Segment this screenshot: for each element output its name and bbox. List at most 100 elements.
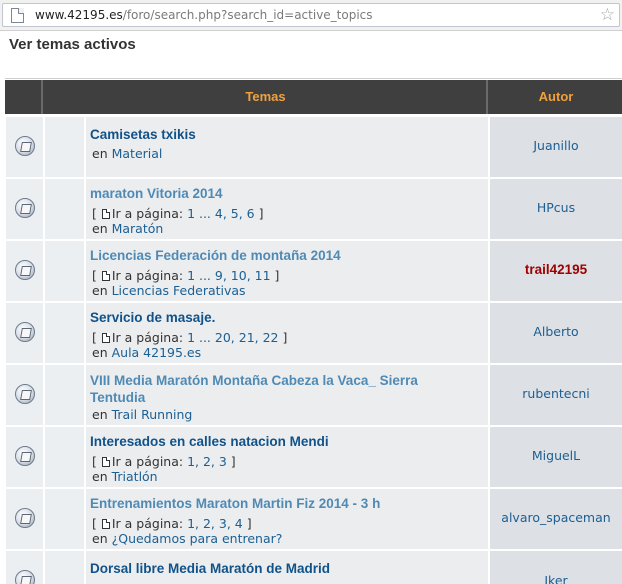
forum-prefix: en: [92, 407, 112, 422]
bookmark-star-icon[interactable]: ☆: [600, 5, 615, 25]
topic-status-icon: [15, 260, 35, 280]
pages-icon: [101, 519, 110, 529]
topic-cell: Interesados en calles natacion Mendi [ Ir…: [86, 427, 488, 487]
topic-status-icon: [15, 136, 35, 156]
topic-status-icon: [15, 508, 35, 528]
forum-link[interactable]: Triatlón: [112, 469, 158, 484]
pagination-links[interactable]: 1, 2, 3: [187, 454, 231, 469]
topic-forum: en Trail Running: [92, 407, 192, 422]
topic-cell: maraton Vitoria 2014 [ Ir a página: 1 ...…: [86, 179, 488, 239]
topic-icon-cell: [6, 117, 43, 177]
topic-icon-cell: [6, 489, 43, 549]
author-link[interactable]: rubentecni: [490, 386, 622, 401]
topic-forum: en Maratón: [92, 221, 163, 236]
topic-gap-cell: [45, 427, 84, 487]
pagination-open-bracket: [: [92, 330, 101, 345]
topic-title-link[interactable]: Interesados en calles natacion Mendi: [90, 434, 329, 449]
topic-forum: en Aula 42195.es: [92, 345, 201, 360]
topic-icon-cell: [6, 303, 43, 363]
forum-link[interactable]: Material: [112, 146, 163, 161]
topic-cell: Servicio de masaje. [ Ir a página: 1 ... …: [86, 303, 488, 363]
topic-gap-cell: [45, 241, 84, 301]
pagination: [ Ir a página: 1 ... 20, 21, 22 ]: [92, 330, 287, 345]
active-topics-table: Temas Autor Camisetas txikis en Material J…: [5, 78, 622, 584]
pagination-links[interactable]: 1 ... 9, 10, 11: [187, 268, 274, 283]
topic-forum: en Licencias Federativas: [92, 283, 246, 298]
table-row: Dorsal libre Media Maratón de Madrid Iker: [5, 549, 622, 584]
author-link[interactable]: trail42195: [490, 262, 622, 277]
author-cell: alvaro_spaceman: [490, 489, 622, 549]
forum-prefix: en: [92, 221, 112, 236]
pagination-close-bracket: ]: [230, 454, 236, 469]
topic-cell: Entrenamientos Maraton Martin Fiz 2014 -…: [86, 489, 488, 549]
table-row: Entrenamientos Maraton Martin Fiz 2014 -…: [5, 487, 622, 549]
pagination-close-bracket: ]: [274, 268, 280, 283]
table-row: Interesados en calles natacion Mendi [ Ir…: [5, 425, 622, 487]
author-cell: MiguelL: [490, 427, 622, 487]
table-row: Servicio de masaje. [ Ir a página: 1 ... …: [5, 301, 622, 363]
topic-title-link[interactable]: Camisetas txikis: [90, 127, 196, 142]
pagination-links[interactable]: 1, 2, 3, 4: [187, 516, 247, 531]
pagination: [ Ir a página: 1, 2, 3, 4 ]: [92, 516, 252, 531]
topic-forum: en Triatlón: [92, 469, 158, 484]
pages-icon: [101, 209, 110, 219]
pagination-open-bracket: [: [92, 516, 101, 531]
forum-prefix: en: [92, 283, 112, 298]
pagination-label: Ir a página:: [111, 268, 188, 283]
browser-address-bar: www.42195.es/foro/search.php?search_id=a…: [0, 0, 622, 31]
pagination-close-bracket: ]: [282, 330, 288, 345]
topic-icon-cell: [6, 427, 43, 487]
pagination-label: Ir a página:: [111, 454, 188, 469]
author-link[interactable]: Alberto: [490, 324, 622, 339]
topic-title-link[interactable]: Servicio de masaje.: [90, 310, 215, 325]
pagination-open-bracket: [: [92, 206, 101, 221]
url-text[interactable]: www.42195.es/foro/search.php?search_id=a…: [35, 8, 373, 23]
table-row: VIII Media Maratón Montaña Cabeza la Vac…: [5, 363, 622, 425]
topic-icon-cell: [6, 179, 43, 239]
author-link[interactable]: Juanillo: [490, 138, 622, 153]
forum-prefix: en: [92, 146, 112, 161]
author-link[interactable]: MiguelL: [490, 448, 622, 463]
topic-title-link[interactable]: maraton Vitoria 2014: [90, 186, 223, 201]
pagination-close-bracket: ]: [246, 516, 252, 531]
topic-cell: VIII Media Maratón Montaña Cabeza la Vac…: [86, 365, 488, 425]
author-link[interactable]: alvaro_spaceman: [490, 510, 622, 525]
pages-icon: [101, 271, 110, 281]
url-field[interactable]: www.42195.es/foro/search.php?search_id=a…: [2, 3, 620, 27]
topic-gap-cell: [45, 303, 84, 363]
topic-gap-cell: [45, 489, 84, 549]
topic-gap-cell: [45, 551, 84, 584]
header-autor: Autor: [538, 89, 574, 104]
forum-link[interactable]: Aula 42195.es: [112, 345, 202, 360]
forum-prefix: en: [92, 531, 112, 546]
author-cell: Alberto: [490, 303, 622, 363]
author-cell: HPcus: [490, 179, 622, 239]
topic-status-icon: [15, 198, 35, 218]
topic-icon-cell: [6, 241, 43, 301]
pagination-links[interactable]: 1 ... 20, 21, 22: [187, 330, 282, 345]
topic-title-link[interactable]: Dorsal libre Media Maratón de Madrid: [90, 561, 330, 576]
forum-link[interactable]: Licencias Federativas: [112, 283, 246, 298]
forum-link[interactable]: ¿Quedamos para entrenar?: [112, 531, 283, 546]
topic-title-link[interactable]: VIII Media Maratón Montaña Cabeza la Vac…: [90, 372, 470, 406]
pages-icon: [101, 333, 110, 343]
pagination-label: Ir a página:: [111, 330, 188, 345]
topic-title-link[interactable]: Entrenamientos Maraton Martin Fiz 2014 -…: [90, 496, 380, 511]
author-cell: trail42195: [490, 241, 622, 301]
pages-icon: [101, 457, 110, 467]
topic-status-icon: [15, 322, 35, 342]
forum-prefix: en: [92, 345, 112, 360]
table-header: Temas Autor: [5, 80, 622, 114]
topic-cell: Camisetas txikis en Material: [86, 117, 488, 177]
author-link[interactable]: Iker: [490, 573, 622, 584]
topic-title-link[interactable]: Licencias Federación de montaña 2014: [90, 248, 341, 263]
topic-forum: en Material: [92, 146, 162, 161]
pagination-links[interactable]: 1 ... 4, 5, 6: [187, 206, 259, 221]
pagination: [ Ir a página: 1 ... 4, 5, 6 ]: [92, 206, 264, 221]
forum-link[interactable]: Trail Running: [112, 407, 193, 422]
topic-icon-cell: [6, 365, 43, 425]
author-link[interactable]: HPcus: [490, 200, 622, 215]
forum-link[interactable]: Maratón: [112, 221, 164, 236]
table-row: Licencias Federación de montaña 2014 [ Ir…: [5, 239, 622, 301]
topic-status-icon: [15, 570, 35, 584]
